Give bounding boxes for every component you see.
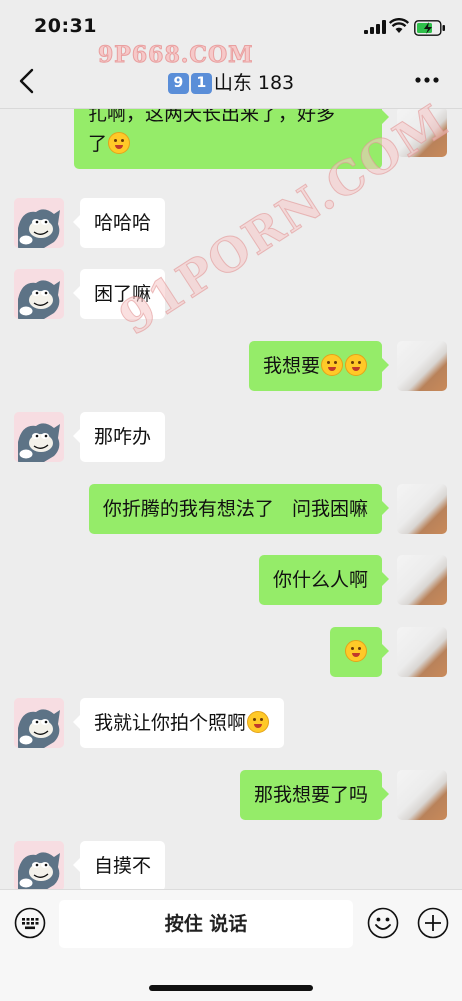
message-row: 自摸不 — [0, 841, 462, 889]
message-text: 那咋办 — [94, 426, 152, 448]
shush-emoji-icon — [345, 354, 367, 376]
laugh-cry-emoji-icon — [108, 132, 131, 154]
my-avatar[interactable] — [397, 770, 447, 820]
tom-cat-avatar-icon — [14, 198, 64, 248]
message-bubble[interactable]: 哈哈哈 — [72, 198, 166, 248]
message-row: 你折腾的我有想法了 问我困嘛 — [0, 484, 462, 544]
message-bubble[interactable]: 你折腾的我有想法了 问我困嘛 — [88, 484, 390, 534]
input-bar: 按住 说话 — [0, 889, 462, 1001]
message-text: 扎啊，这两天长出来了，好多 — [88, 109, 336, 125]
message-text: 你什么人啊 — [272, 569, 368, 591]
message-bubble[interactable]: 我就让你拍个照啊 — [72, 698, 285, 748]
plus-icon[interactable] — [417, 907, 449, 939]
zipper-mouth-emoji-icon — [345, 640, 367, 662]
laugh-cry-emoji-icon — [247, 711, 270, 733]
message-row — [0, 627, 462, 687]
shush-emoji-icon — [321, 354, 343, 376]
home-indicator — [149, 985, 313, 991]
contact-avatar[interactable] — [14, 841, 64, 889]
message-bubble[interactable]: 自摸不 — [72, 841, 166, 889]
tom-cat-avatar-icon — [14, 841, 64, 889]
status-time: 20:31 — [34, 15, 97, 37]
message-row: 我想要 — [0, 341, 462, 401]
more-icon[interactable] — [414, 76, 440, 84]
contact-avatar[interactable] — [14, 412, 64, 462]
message-text: 你折腾的我有想法了 问我困嘛 — [102, 498, 368, 520]
my-avatar[interactable] — [397, 341, 447, 391]
tom-cat-avatar-icon — [14, 698, 64, 748]
message-row: 我就让你拍个照啊 — [0, 698, 462, 758]
battery-charging-icon — [414, 20, 445, 36]
contact-name: 山东 183 — [213, 72, 295, 94]
contact-avatar[interactable] — [14, 698, 64, 748]
tom-cat-avatar-icon — [14, 412, 64, 462]
chat-title: 9 1 山东 183 — [0, 68, 462, 95]
contact-avatar[interactable] — [14, 269, 64, 319]
message-text: 哈哈哈 — [94, 212, 152, 234]
message-text: 我就让你拍个照啊 — [94, 712, 247, 734]
message-row: 你什么人啊 — [0, 555, 462, 615]
message-text: 我想要 — [262, 355, 320, 377]
message-row: 那咋办 — [0, 412, 462, 472]
message-text: 自摸不 — [94, 855, 152, 877]
message-bubble[interactable]: 那咋办 — [72, 412, 166, 462]
message-bubble[interactable]: 那我想要了吗 — [239, 770, 390, 820]
wifi-icon — [389, 18, 409, 33]
message-bubble[interactable]: 你什么人啊 — [258, 555, 390, 605]
keycap-9: 9 — [167, 73, 189, 94]
keycap-1: 1 — [190, 73, 212, 94]
message-text: 那我想要了吗 — [253, 784, 368, 806]
watermark-top: 9P668.COM — [97, 42, 254, 69]
emoji-icon[interactable] — [367, 907, 399, 939]
keyboard-icon[interactable] — [14, 907, 46, 939]
signal-icon — [364, 20, 386, 34]
my-avatar[interactable] — [397, 627, 447, 677]
my-avatar[interactable] — [397, 555, 447, 605]
message-row: 那我想要了吗 — [0, 770, 462, 830]
contact-avatar[interactable] — [14, 198, 64, 248]
hold-to-talk-button[interactable]: 按住 说话 — [59, 900, 353, 948]
message-bubble[interactable] — [330, 627, 389, 677]
message-bubble[interactable]: 我想要 — [248, 341, 390, 391]
tom-cat-avatar-icon — [14, 269, 64, 319]
message-text-line2: 了 — [88, 133, 108, 155]
my-avatar[interactable] — [397, 484, 447, 534]
